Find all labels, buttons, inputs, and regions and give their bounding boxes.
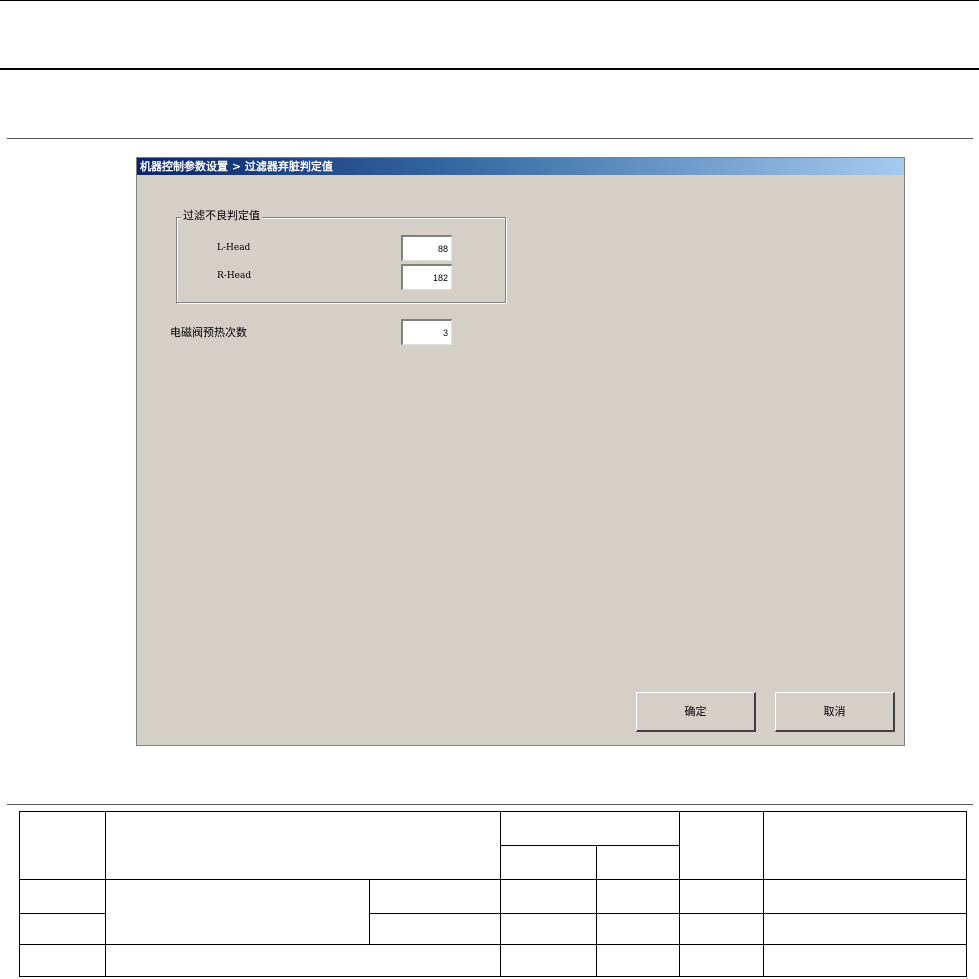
table-cell	[763, 913, 967, 945]
header-cell	[500, 845, 597, 880]
section-rule-top	[7, 138, 973, 139]
document-page: 机器控制参数设置 > 过滤器弃脏判定值 过滤不良判定值 L-Head R-Hea…	[0, 0, 979, 979]
header-cell	[500, 811, 680, 846]
table-cell	[679, 913, 764, 945]
table-cell	[763, 879, 967, 914]
table-cell	[596, 913, 680, 945]
header-cell	[679, 811, 764, 880]
preheat-count-label: 电磁阀预热次数	[170, 326, 247, 339]
l-head-input[interactable]	[401, 235, 452, 261]
r-head-input[interactable]	[401, 264, 452, 290]
l-head-label: L-Head	[217, 243, 251, 253]
filter-judgment-group	[176, 217, 506, 303]
table-cell	[19, 879, 106, 914]
table-cell	[500, 944, 597, 977]
table-cell	[105, 944, 501, 977]
table-cell	[369, 913, 501, 945]
table-cell	[763, 944, 967, 977]
table-cell	[679, 879, 764, 914]
top-rule	[0, 0, 979, 1]
table-cell	[19, 944, 106, 977]
ok-button[interactable]: 确定	[636, 692, 756, 732]
cancel-button[interactable]: 取消	[775, 692, 895, 732]
settings-dialog: 机器控制参数设置 > 过滤器弃脏判定值 过滤不良判定值 L-Head R-Hea…	[136, 157, 905, 746]
header-rule	[0, 68, 979, 70]
header-cell	[105, 811, 501, 880]
table-cell	[369, 879, 501, 914]
header-cell	[763, 811, 967, 880]
record-table	[19, 811, 967, 977]
table-cell	[500, 879, 597, 914]
table-cell	[105, 879, 370, 945]
dialog-titlebar: 机器控制参数设置 > 过滤器弃脏判定值	[137, 158, 904, 175]
table-cell	[596, 944, 680, 977]
r-head-label: R-Head	[217, 271, 252, 281]
table-cell	[500, 913, 597, 945]
preheat-count-input[interactable]	[401, 319, 452, 345]
section-rule-bottom	[7, 804, 973, 805]
header-cell	[19, 811, 106, 880]
table-cell	[19, 913, 106, 945]
table-cell	[596, 879, 680, 914]
header-cell	[596, 845, 680, 880]
table-cell	[679, 944, 764, 977]
group-label: 过滤不良判定值	[181, 209, 262, 223]
